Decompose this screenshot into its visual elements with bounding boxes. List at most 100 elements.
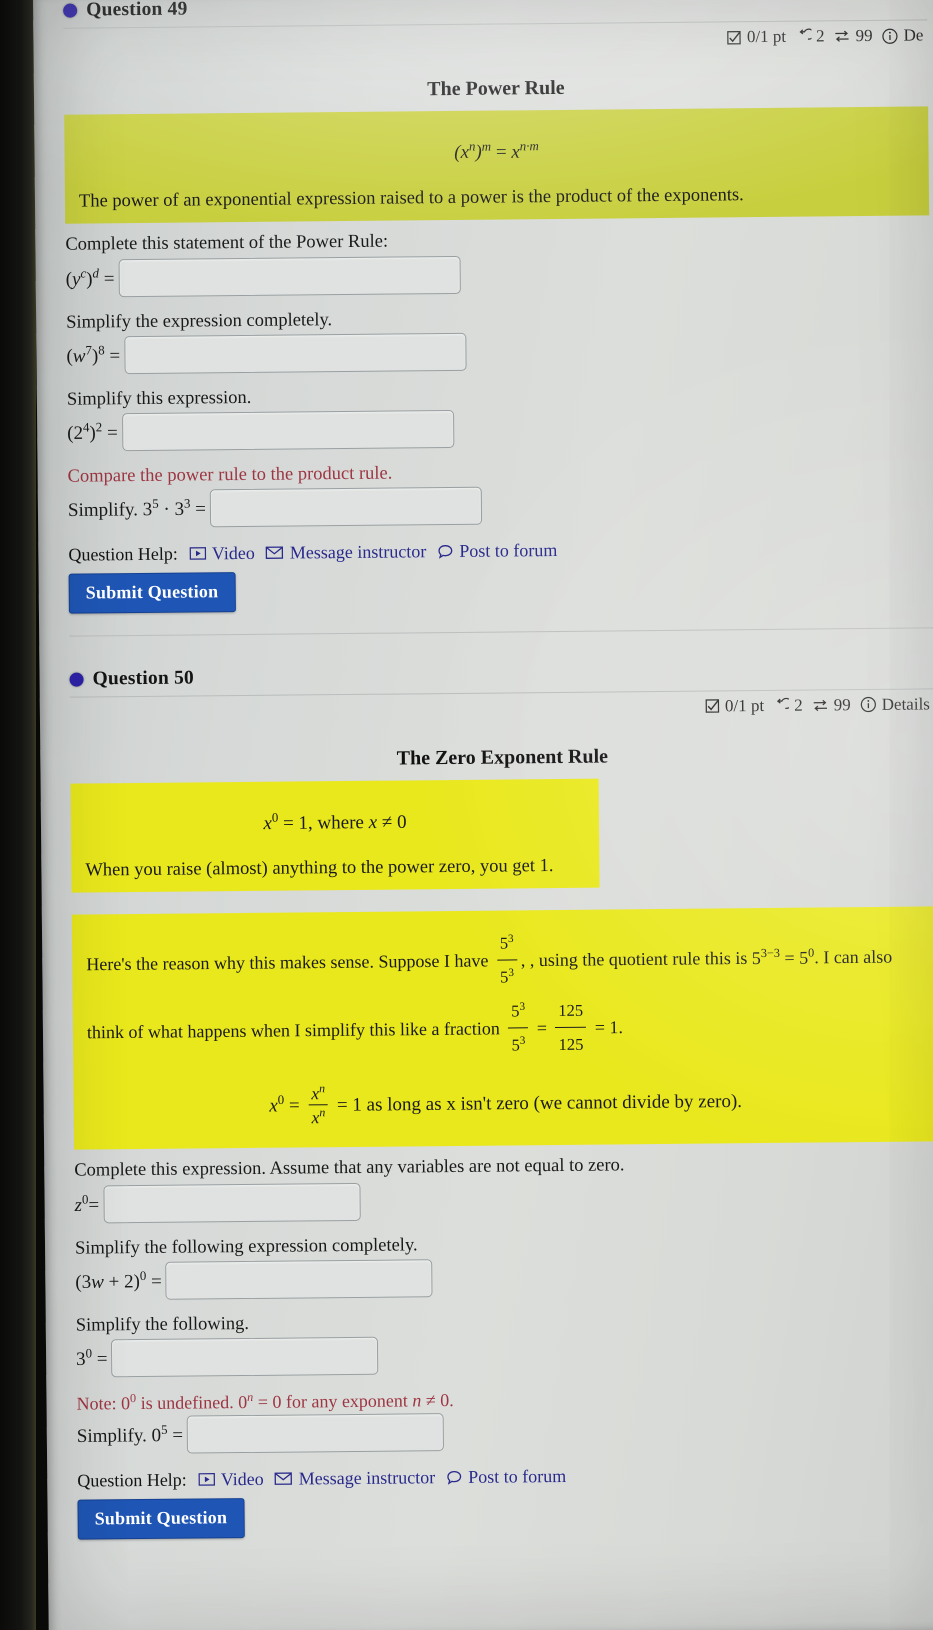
fraction-5cubed-over-5cubed-2: 53 53 [508, 994, 529, 1062]
video-link[interactable]: Video [198, 1469, 264, 1491]
question-49-title: Question 49 [86, 0, 188, 21]
attempts-value: 2 [794, 695, 803, 715]
question-status-dot-icon [63, 3, 78, 18]
lhs-expression-5: z0= [74, 1191, 100, 1216]
points-value: 0/1 pt [724, 695, 765, 716]
versions-meta: 99 [812, 695, 851, 715]
monitor-bezel [0, 0, 36, 1630]
monitor-screen: Question 49 0/1 pt 2 99 De The Power Rul… [33, 0, 933, 1630]
answer-row-1: (yc)d = [66, 251, 930, 297]
video-label: Video [211, 542, 255, 564]
zero-rule-equation: x0 = 1, where x ≠ 0 [263, 809, 407, 835]
info-circle-icon [860, 696, 877, 713]
lhs-expression-2: (w7)8 = [66, 342, 121, 367]
swap-arrows-icon [834, 28, 851, 44]
post-to-forum-link[interactable]: Post to forum [437, 540, 557, 562]
post-to-forum-link[interactable]: Post to forum [446, 1466, 566, 1488]
video-label: Video [220, 1468, 264, 1490]
lhs-expression-3: (24)2 = [67, 419, 118, 445]
points-meta: 0/1 pt [727, 27, 786, 48]
message-instructor-label: Message instructor [289, 541, 427, 563]
details-label: Details [881, 694, 930, 714]
answer-input-7[interactable] [111, 1336, 379, 1378]
answer-row-2: (w7)8 = [66, 328, 930, 374]
screen-photo: Question 49 0/1 pt 2 99 De The Power Rul… [0, 0, 933, 1630]
answer-row-8: Simplify. 05 = [77, 1408, 933, 1454]
checkbox-icon [727, 30, 742, 45]
versions-value: 99 [855, 25, 873, 46]
power-rule-highlight-box: (xn)m = xn·m The power of an exponential… [64, 106, 930, 225]
message-instructor-link[interactable]: Message instructor [274, 1466, 436, 1490]
explanation-paragraph: Here's the reason why this makes sense. … [86, 925, 923, 1068]
zero-exponent-derivation: x0 = xn xn = 1 as long as x isn't zero (w… [269, 1080, 743, 1128]
question-50-title: Question 50 [92, 667, 195, 690]
quotient-rule-equation: 53−3 = 50 [751, 945, 815, 969]
fraction-xn-over-xn: xn xn [308, 1081, 329, 1128]
answer-input-4[interactable] [209, 486, 483, 528]
attempts-meta: 2 [795, 26, 825, 46]
details-link[interactable]: De [882, 25, 924, 45]
power-rule-title: The Power Rule [427, 76, 565, 101]
video-icon [198, 1473, 215, 1487]
versions-value: 99 [833, 695, 851, 715]
question-help-label: Question Help: [77, 1469, 187, 1491]
question-help-label: Question Help: [68, 543, 178, 565]
info-circle-icon [882, 27, 899, 44]
lhs-expression-6: (3w + 2)0 = [75, 1267, 162, 1293]
envelope-icon [266, 546, 284, 560]
undo-arrow-icon [795, 28, 812, 45]
answer-input-5[interactable] [103, 1182, 361, 1223]
speech-bubble-icon [446, 1470, 462, 1485]
envelope-icon [274, 1472, 293, 1486]
checkbox-icon [705, 699, 720, 714]
versions-meta: 99 [834, 26, 873, 46]
lhs-expression-4: Simplify. 35 · 33 = [67, 495, 207, 522]
submit-question-button[interactable]: Submit Question [77, 1497, 245, 1540]
answer-input-6[interactable] [165, 1258, 434, 1300]
question-status-dot-icon [69, 672, 84, 687]
zero-rule-highlight-box: x0 = 1, where x ≠ 0 When you raise (almo… [70, 778, 600, 893]
explanation-line1b: , using the quotient rule this is [529, 948, 748, 971]
power-rule-description: The power of an exponential expression r… [78, 185, 744, 212]
answer-input-3[interactable] [121, 409, 454, 451]
question-49-help-row: Question Help: Video Message instructor [68, 536, 932, 565]
speech-bubble-icon [437, 544, 453, 559]
fraction-125-over-125: 125 125 [555, 993, 587, 1061]
message-instructor-link[interactable]: Message instructor [266, 541, 427, 564]
question-50: Question 50 0/1 pt 2 99 Details The Zero… [69, 654, 933, 1540]
fraction-5cubed-over-5cubed: 53 53 [496, 927, 518, 995]
zero-exponent-rule-title: The Zero Exponent Rule [396, 745, 609, 770]
page-content: Question 49 0/1 pt 2 99 De The Power Rul… [33, 0, 933, 1630]
question-50-help-row: Question Help: Video Message instructor [77, 1462, 933, 1491]
answer-row-7: 30 = [76, 1331, 933, 1378]
answer-input-1[interactable] [118, 255, 461, 297]
answer-input-2[interactable] [124, 332, 467, 374]
undo-arrow-icon [773, 697, 790, 714]
attempts-meta: 2 [773, 696, 803, 716]
answer-row-4: Simplify. 35 · 33 = [68, 482, 932, 528]
swap-arrows-icon [812, 697, 829, 713]
derivation-tail: = 1 as long as x isn't zero (we cannot d… [336, 1090, 743, 1116]
post-to-forum-label: Post to forum [468, 1465, 567, 1487]
details-label: De [903, 25, 924, 45]
question-50-submit-wrap: Submit Question [77, 1491, 933, 1540]
submit-question-button[interactable]: Submit Question [68, 571, 236, 614]
attempts-value: 2 [816, 26, 825, 46]
message-instructor-label: Message instructor [298, 1466, 436, 1489]
answer-row-5: z0= [74, 1177, 933, 1223]
points-value: 0/1 pt [746, 26, 787, 47]
zero-rule-explanation-box: Here's the reason why this makes sense. … [71, 906, 933, 1151]
video-link[interactable]: Video [189, 543, 255, 565]
lhs-expression-7: 30 = [76, 1345, 108, 1371]
lhs-expression-1: (yc)d = [65, 265, 115, 290]
video-icon [189, 547, 206, 561]
points-meta: 0/1 pt [705, 696, 764, 717]
lhs-expression-8: Simplify. 05 = [76, 1421, 184, 1448]
answer-row-6: (3w + 2)0 = [75, 1254, 933, 1300]
question-49: Question 49 0/1 pt 2 99 De The Power Rul… [63, 0, 933, 637]
answer-input-8[interactable] [186, 1412, 445, 1454]
details-link[interactable]: Details [860, 694, 930, 715]
zero-rule-description: When you raise (almost) anything to the … [85, 856, 554, 881]
explanation-line1a: Here's the reason why this makes sense. … [86, 950, 489, 975]
explanation-result: = 1. [594, 1016, 624, 1037]
